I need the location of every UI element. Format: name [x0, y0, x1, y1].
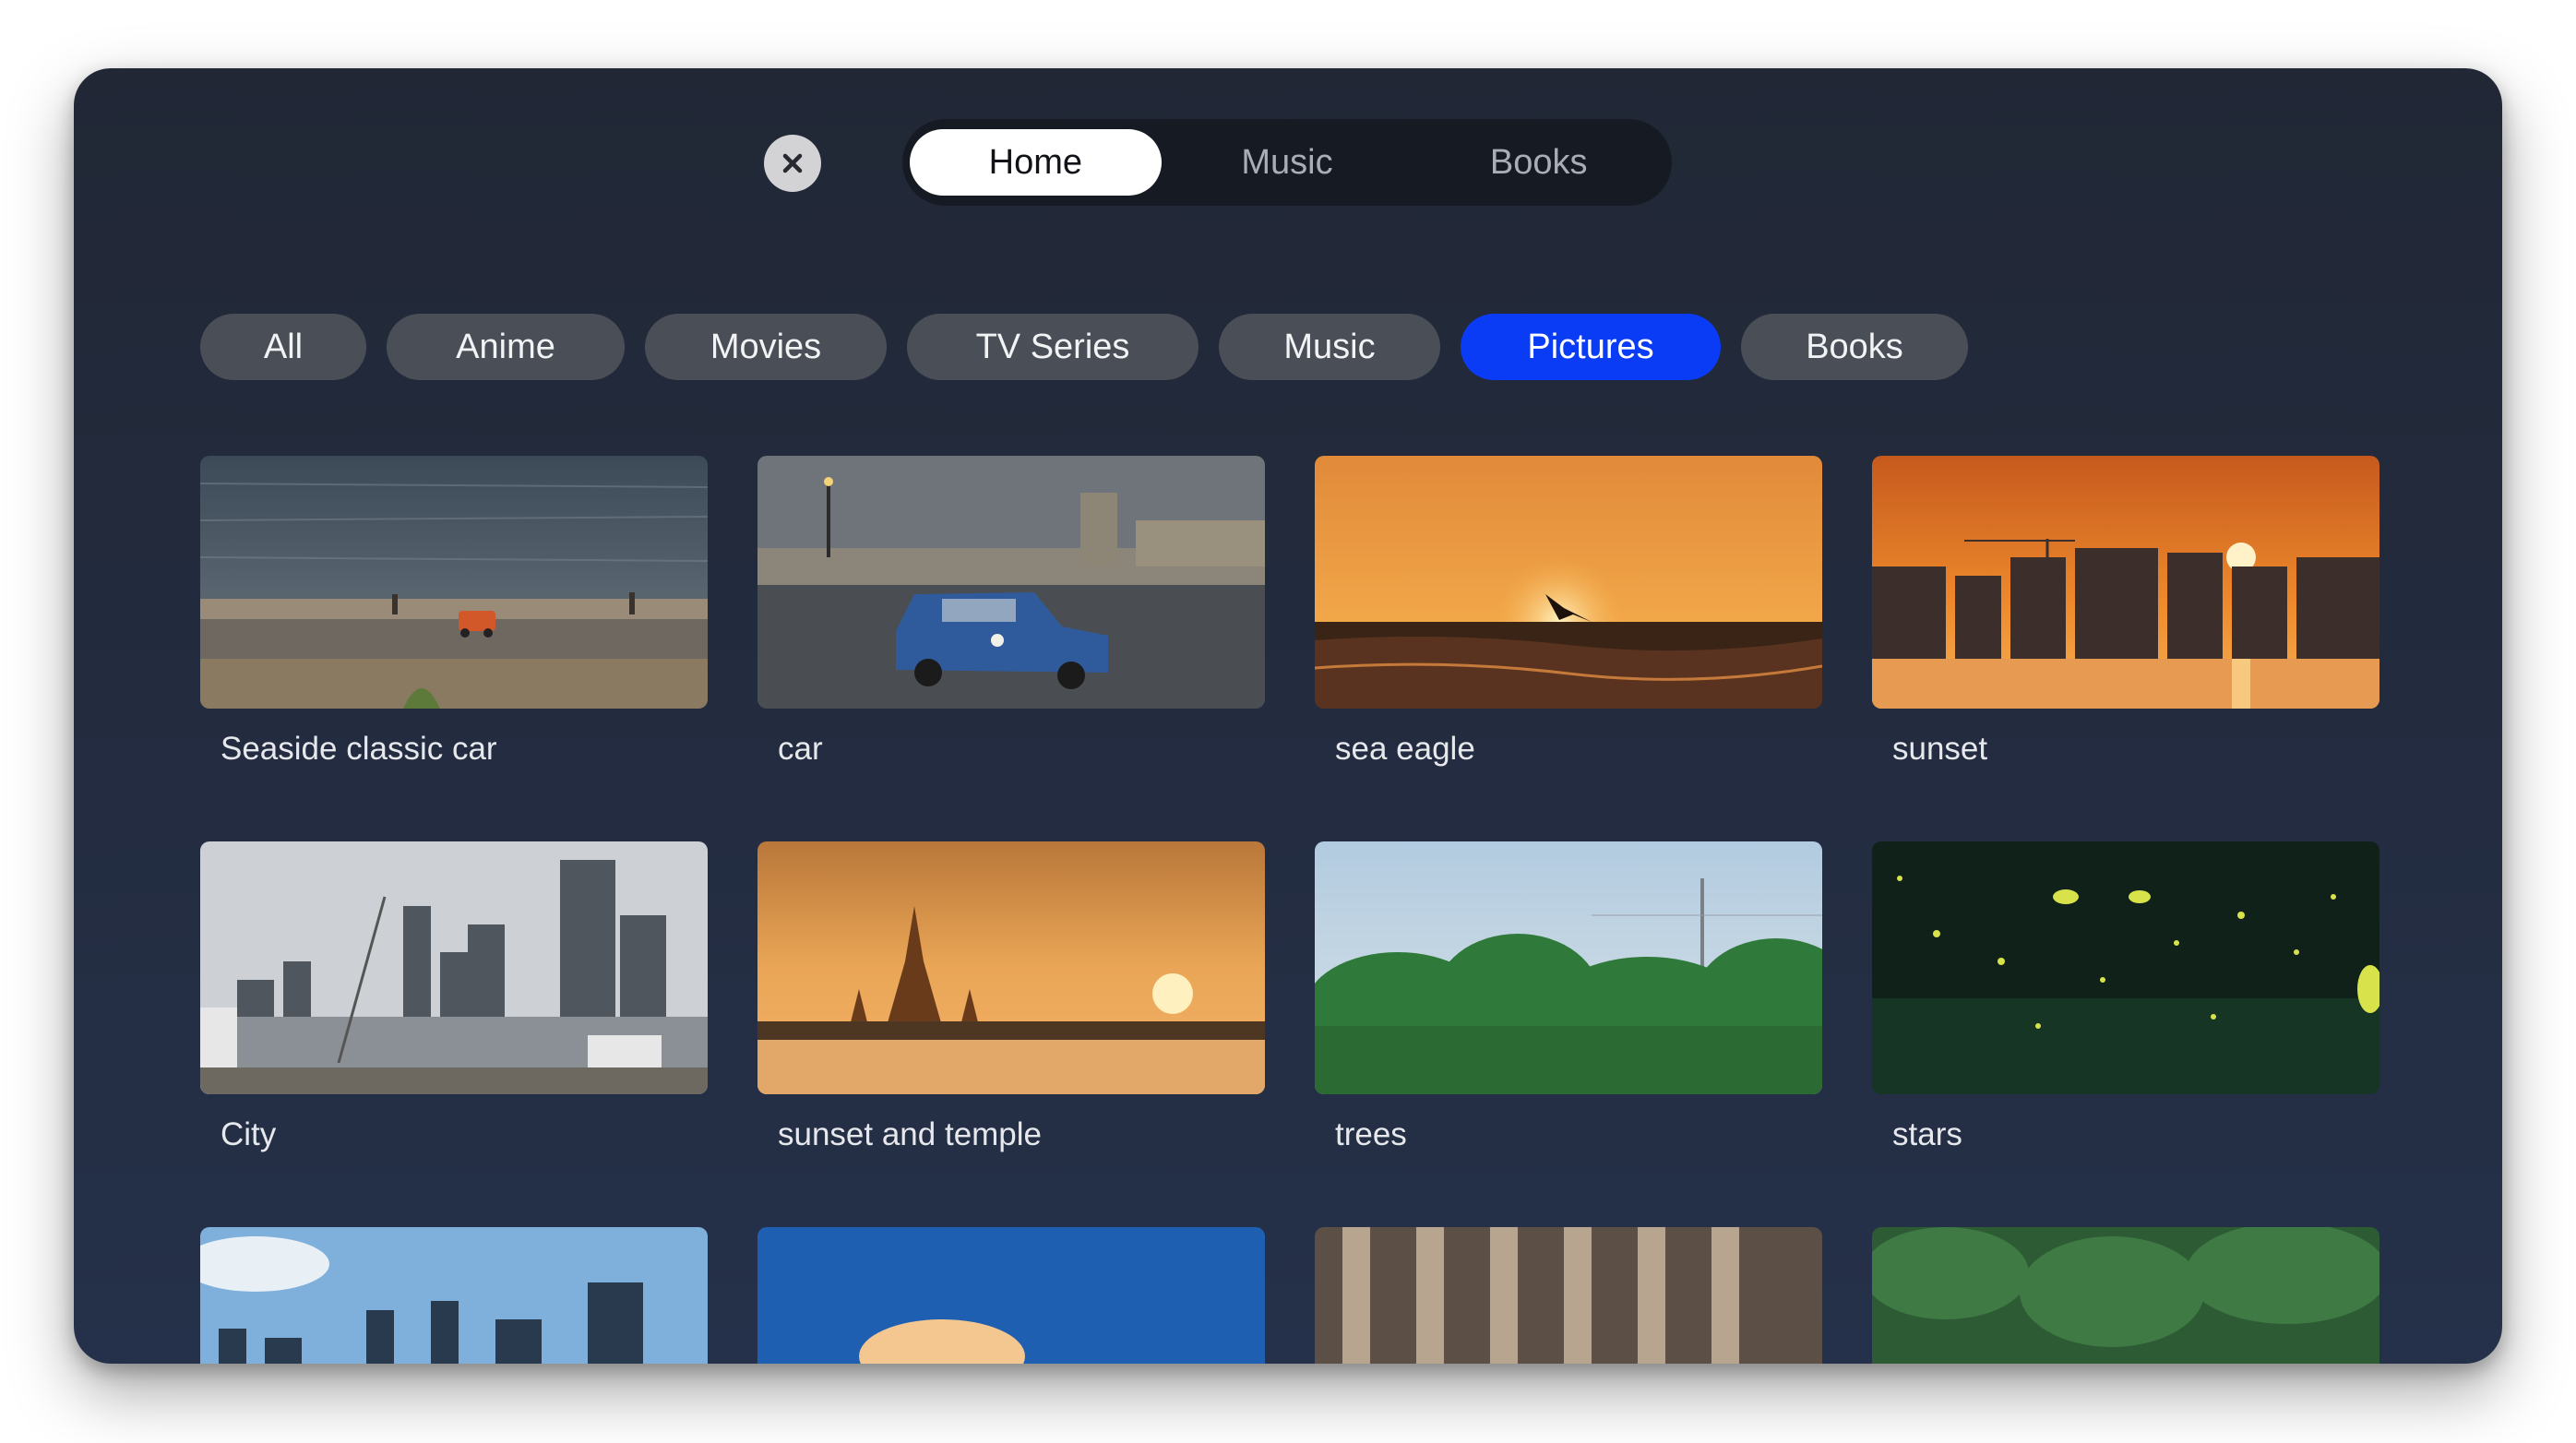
picture-thumbnail[interactable]	[200, 456, 708, 709]
picture-card[interactable]: stars	[1872, 841, 2379, 1153]
category-filter-bar: All Anime Movies TV Series Music Picture…	[200, 314, 1968, 380]
close-icon	[782, 153, 803, 173]
picture-card[interactable]	[757, 1227, 1265, 1364]
tab-music[interactable]: Music	[1162, 129, 1413, 196]
picture-thumbnail[interactable]	[757, 1227, 1265, 1364]
picture-card[interactable]	[200, 1227, 708, 1364]
category-all[interactable]: All	[200, 314, 366, 380]
category-anime[interactable]: Anime	[387, 314, 625, 380]
picture-thumbnail[interactable]	[757, 456, 1265, 709]
picture-thumbnail[interactable]	[200, 841, 708, 1094]
picture-card[interactable]: sea eagle	[1315, 456, 1822, 768]
picture-title: sea eagle	[1335, 731, 1475, 767]
picture-card[interactable]: sunset and temple	[757, 841, 1265, 1153]
picture-card[interactable]	[1872, 1227, 2379, 1364]
picture-title: sunset	[1892, 731, 1988, 767]
close-button[interactable]	[764, 135, 821, 192]
picture-title: sunset and temple	[778, 1116, 1043, 1152]
picture-card[interactable]: sunset	[1872, 456, 2379, 768]
tab-books[interactable]: Books	[1413, 129, 1664, 196]
category-tv-series[interactable]: TV Series	[907, 314, 1199, 380]
app-window: Home Music Books All Anime Movies TV Ser…	[74, 68, 2502, 1364]
picture-thumbnail[interactable]	[200, 1227, 708, 1364]
picture-thumbnail[interactable]	[757, 841, 1265, 1094]
picture-card[interactable]: City	[200, 841, 708, 1153]
picture-title: trees	[1335, 1116, 1407, 1152]
category-books[interactable]: Books	[1741, 314, 1968, 380]
picture-title: City	[221, 1116, 277, 1152]
picture-card[interactable]: trees	[1315, 841, 1822, 1153]
picture-thumbnail[interactable]	[1872, 841, 2379, 1094]
category-music[interactable]: Music	[1219, 314, 1440, 380]
picture-thumbnail[interactable]	[1872, 1227, 2379, 1364]
picture-title: Seaside classic car	[221, 731, 497, 767]
picture-card[interactable]: car	[757, 456, 1265, 768]
category-pictures[interactable]: Pictures	[1461, 314, 1721, 380]
picture-thumbnail[interactable]	[1315, 456, 1822, 709]
picture-thumbnail[interactable]	[1315, 841, 1822, 1094]
picture-thumbnail[interactable]	[1315, 1227, 1822, 1364]
tab-home[interactable]: Home	[910, 129, 1162, 196]
picture-title: car	[778, 731, 823, 767]
top-tab-bar: Home Music Books	[902, 119, 1672, 206]
picture-thumbnail[interactable]	[1872, 456, 2379, 709]
picture-card[interactable]	[1315, 1227, 1822, 1364]
picture-card[interactable]: Seaside classic car	[200, 456, 708, 768]
category-movies[interactable]: Movies	[645, 314, 887, 380]
picture-title: stars	[1892, 1116, 1962, 1152]
